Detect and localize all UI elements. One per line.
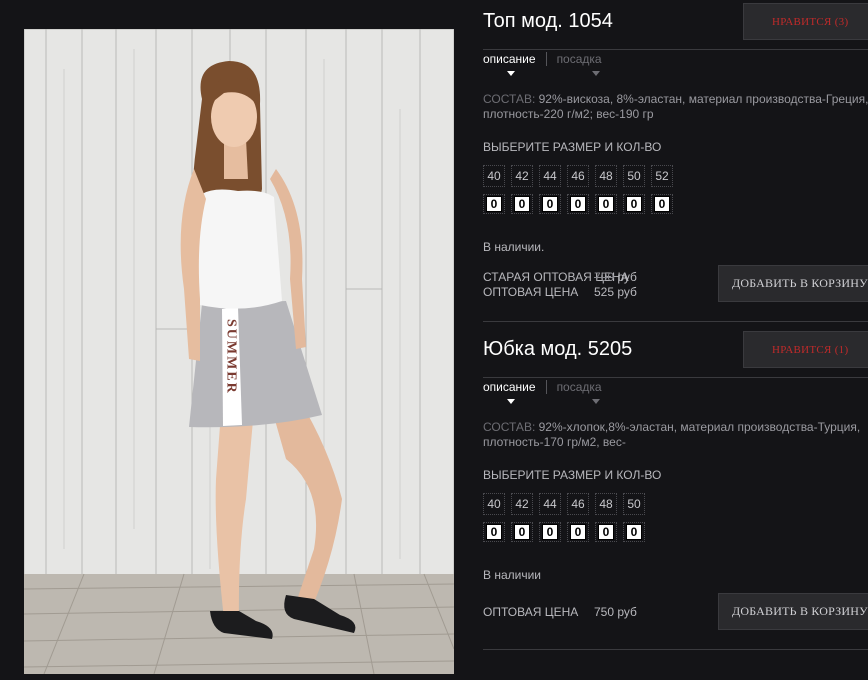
quantity-cell <box>511 522 533 542</box>
divider <box>483 321 868 322</box>
old-price-label: СТАРАЯ ОПТОВАЯ ЦЕНА <box>483 270 629 284</box>
size-option[interactable]: 40 <box>483 493 505 515</box>
quantity-cell <box>567 194 589 214</box>
quantity-input[interactable] <box>542 196 558 212</box>
quantity-input[interactable] <box>486 524 502 540</box>
size-option[interactable]: 52 <box>651 165 673 187</box>
size-option[interactable]: 50 <box>623 493 645 515</box>
composition-line-1: 92%-вискоза, 8%-эластан, материал произв… <box>538 92 868 106</box>
add-to-cart-button[interactable]: ДОБАВИТЬ В КОРЗИНУ <box>718 593 868 630</box>
quantity-input[interactable] <box>598 524 614 540</box>
product-tabs: описание посадка <box>483 380 612 404</box>
product-tabs: описание посадка <box>483 52 612 76</box>
choose-size-label: ВЫБЕРИТЕ РАЗМЕР И КОЛ-ВО <box>483 140 662 154</box>
skirt-print-text: SUMMER <box>224 319 239 395</box>
caret-down-icon <box>591 399 600 404</box>
quantity-input[interactable] <box>626 524 642 540</box>
price-block: ОПТОВАЯ ЦЕНА 750 руб <box>483 605 637 620</box>
composition-text: СОСТАВ: 92%-вискоза, 8%-эластан, материа… <box>483 92 868 122</box>
composition-text: СОСТАВ: 92%-хлопок,8%-эластан, материал … <box>483 420 868 450</box>
old-price-value: 700 <box>594 270 615 284</box>
quantity-cell <box>595 194 617 214</box>
quantity-input[interactable] <box>514 196 530 212</box>
quantity-input[interactable] <box>514 524 530 540</box>
tab-fit-label: посадка <box>556 380 602 394</box>
choose-size-label: ВЫБЕРИТЕ РАЗМЕР И КОЛ-ВО <box>483 468 662 482</box>
tab-description-label: описание <box>483 52 536 66</box>
quantity-cell <box>595 522 617 542</box>
quantity-list <box>483 522 651 542</box>
caret-down-icon <box>591 71 600 76</box>
size-option[interactable]: 42 <box>511 493 533 515</box>
like-button[interactable]: НРАВИТСЯ (1) <box>743 331 868 368</box>
size-list: 40 42 44 46 48 50 52 <box>483 165 679 187</box>
price-value: 750 руб <box>594 605 637 619</box>
size-option[interactable]: 48 <box>595 165 617 187</box>
size-list: 40 42 44 46 48 50 <box>483 493 651 515</box>
tab-fit[interactable]: посадка <box>545 52 612 76</box>
divider <box>483 49 868 50</box>
size-option[interactable]: 40 <box>483 165 505 187</box>
caret-down-icon <box>507 71 515 76</box>
quantity-cell <box>651 194 673 214</box>
quantity-cell <box>511 194 533 214</box>
tab-fit-label: посадка <box>556 52 602 66</box>
size-option[interactable]: 44 <box>539 165 561 187</box>
composition-label: СОСТАВ: <box>483 420 536 434</box>
price-value: 525 руб <box>594 285 637 299</box>
divider <box>483 649 868 650</box>
price-block: СТАРАЯ ОПТОВАЯ ЦЕНА 700 руб ОПТОВАЯ ЦЕНА… <box>483 270 637 300</box>
quantity-cell <box>539 522 561 542</box>
composition-line-2: плотность-170 гр/м2, вес- <box>483 435 626 449</box>
size-option[interactable]: 44 <box>539 493 561 515</box>
product-title[interactable]: Топ мод. 1054 <box>483 10 613 33</box>
size-option[interactable]: 46 <box>567 165 589 187</box>
quantity-input[interactable] <box>570 196 586 212</box>
add-to-cart-button[interactable]: ДОБАВИТЬ В КОРЗИНУ <box>718 265 868 302</box>
tab-description[interactable]: описание <box>483 380 546 404</box>
price-label: ОПТОВАЯ ЦЕНА <box>483 285 579 299</box>
caret-down-icon <box>507 399 515 404</box>
price-label: ОПТОВАЯ ЦЕНА <box>483 605 579 619</box>
quantity-cell <box>623 194 645 214</box>
composition-line-1: 92%-хлопок,8%-эластан, материал производ… <box>538 420 861 434</box>
quantity-input[interactable] <box>570 524 586 540</box>
quantity-input[interactable] <box>654 196 670 212</box>
quantity-cell <box>539 194 561 214</box>
size-option[interactable]: 48 <box>595 493 617 515</box>
quantity-list <box>483 194 679 214</box>
size-option[interactable]: 42 <box>511 165 533 187</box>
like-button[interactable]: НРАВИТСЯ (3) <box>743 3 868 40</box>
old-price-currency: руб <box>617 270 637 284</box>
stock-status: В наличии. <box>483 240 545 254</box>
quantity-cell <box>483 522 505 542</box>
stock-status: В наличии <box>483 568 542 582</box>
tab-description[interactable]: описание <box>483 52 546 76</box>
product-photo[interactable]: SUMMER <box>24 29 454 674</box>
model-photo-illustration: SUMMER <box>24 29 454 674</box>
divider <box>483 377 868 378</box>
quantity-input[interactable] <box>626 196 642 212</box>
quantity-input[interactable] <box>598 196 614 212</box>
quantity-input[interactable] <box>542 524 558 540</box>
quantity-cell <box>623 522 645 542</box>
composition-label: СОСТАВ: <box>483 92 536 106</box>
tab-fit[interactable]: посадка <box>545 380 612 404</box>
composition-line-2: плотность-220 г/м2; вес-190 гр <box>483 107 654 121</box>
tab-description-label: описание <box>483 380 536 394</box>
quantity-cell <box>567 522 589 542</box>
quantity-input[interactable] <box>486 196 502 212</box>
product-title[interactable]: Юбка мод. 5205 <box>483 338 632 361</box>
size-option[interactable]: 46 <box>567 493 589 515</box>
quantity-cell <box>483 194 505 214</box>
size-option[interactable]: 50 <box>623 165 645 187</box>
